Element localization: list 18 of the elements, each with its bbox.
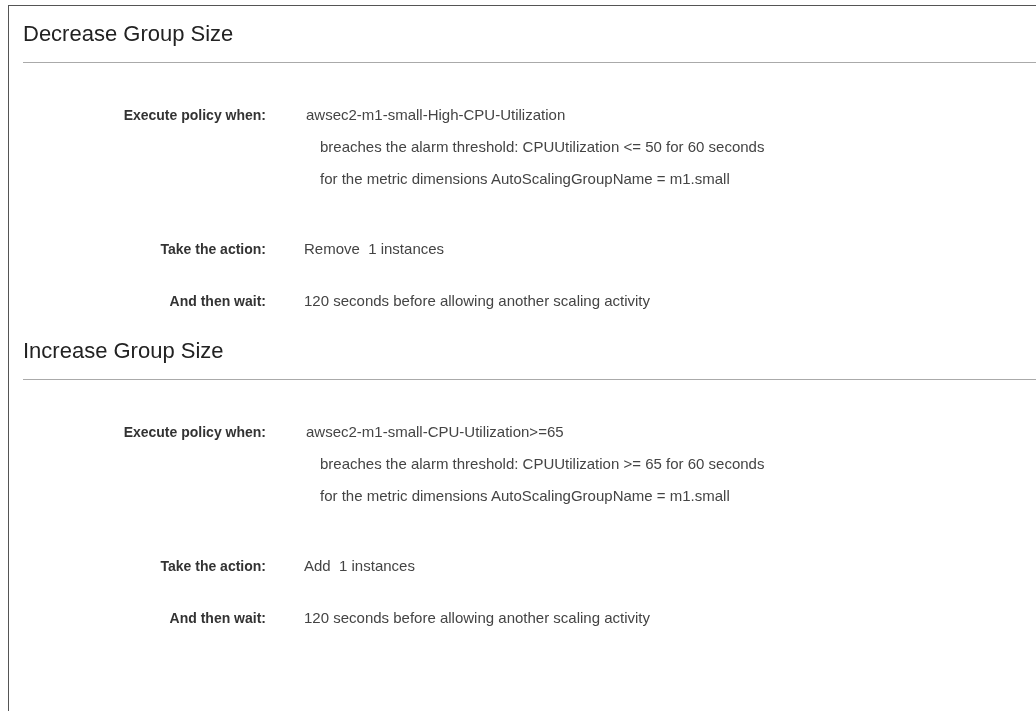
- field-label: Execute policy when:: [122, 106, 266, 125]
- field-value: awsec2-m1-small-CPU-Utilization>=65: [306, 422, 565, 442]
- alarm-detail: for the metric dimensions AutoScalingGroupName = m1.small: [319, 486, 731, 506]
- field-label: And then wait:: [168, 292, 266, 311]
- field-label: Take the action:: [159, 240, 266, 259]
- field-value: 120 seconds before allowing another scaling activity: [304, 291, 651, 311]
- field-value: awsec2-m1-small-High-CPU-Utilization: [306, 105, 567, 125]
- field-value: Add 1 instances: [304, 556, 415, 576]
- field-label: Take the action:: [159, 557, 266, 576]
- field-value: Remove 1 instances: [304, 239, 445, 259]
- alarm-detail: for the metric dimensions AutoScalingGroupName = m1.small: [319, 169, 731, 189]
- alarm-detail: breaches the alarm threshold: CPUUtilization >= 65 for 60 seconds: [319, 454, 765, 474]
- section-heading: Decrease Group Size: [23, 20, 235, 48]
- field-label: Execute policy when:: [122, 423, 266, 442]
- section-heading: Increase Group Size: [23, 337, 225, 365]
- alarm-detail: breaches the alarm threshold: CPUUtilization <= 50 for 60 seconds: [319, 137, 765, 157]
- field-value: 120 seconds before allowing another scaling activity: [304, 608, 651, 628]
- field-label: And then wait:: [168, 609, 266, 628]
